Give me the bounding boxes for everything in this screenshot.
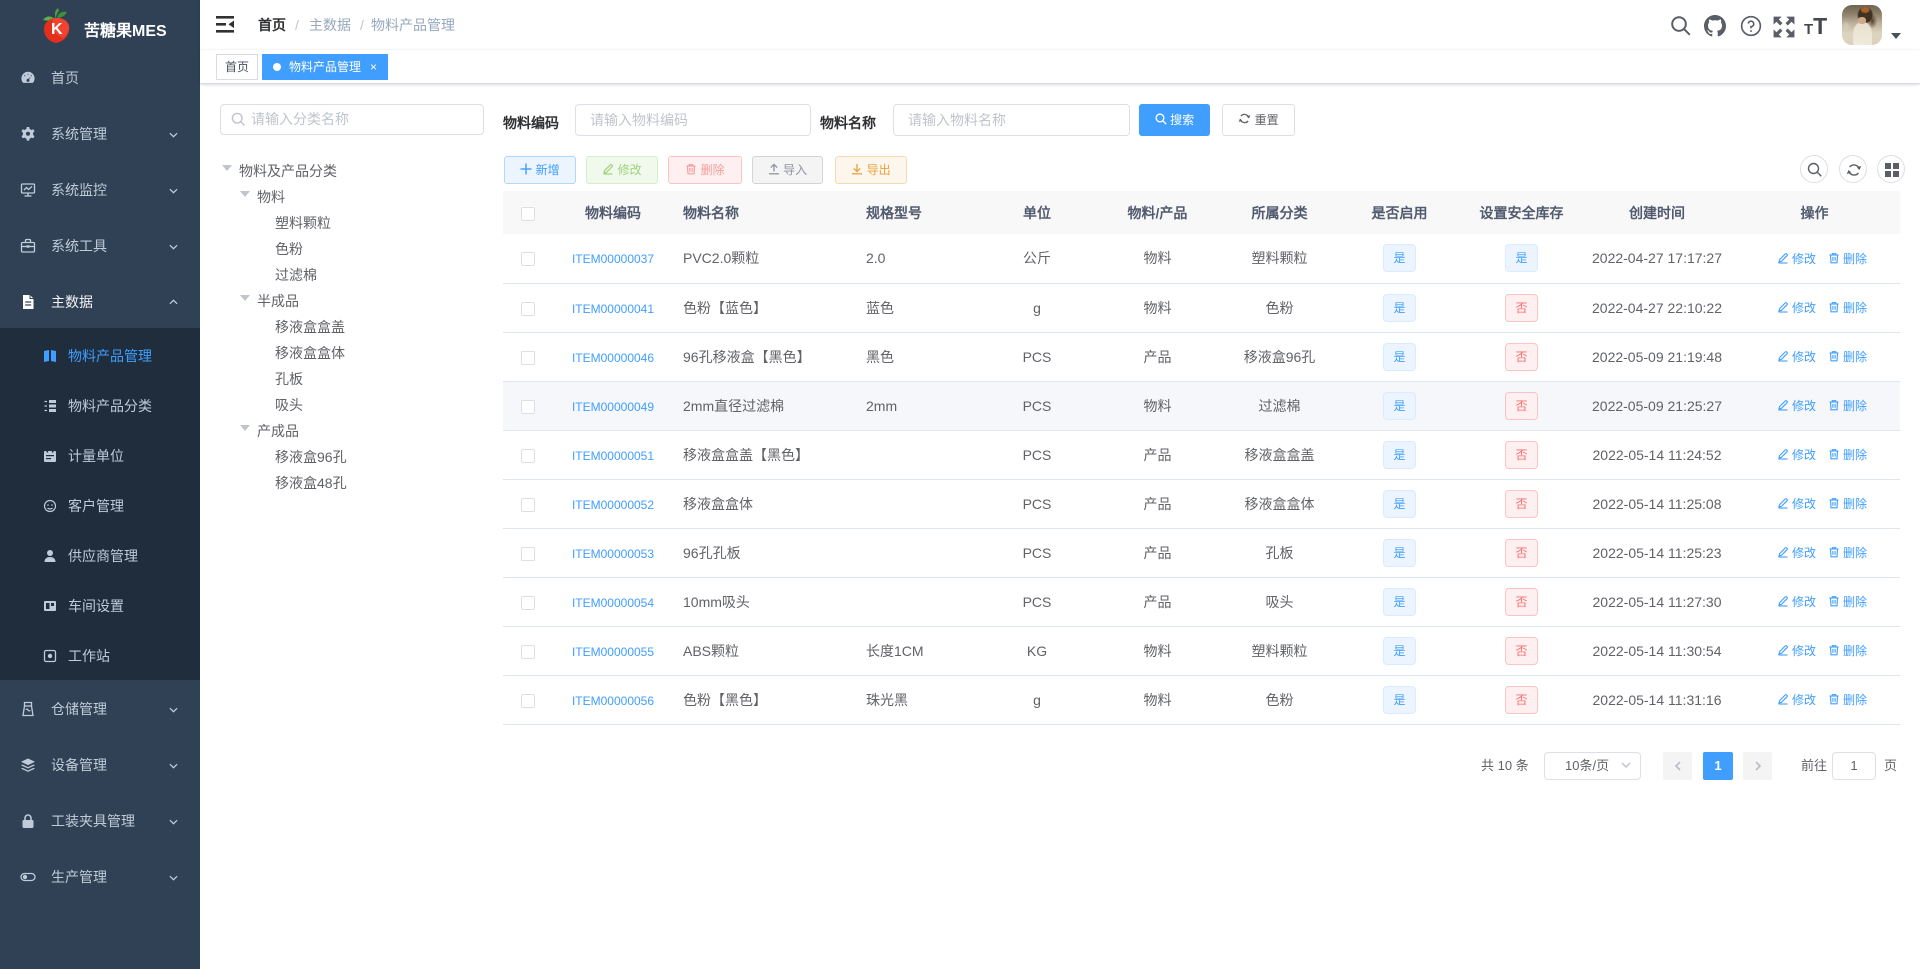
svg-text:K: K: [51, 21, 63, 38]
